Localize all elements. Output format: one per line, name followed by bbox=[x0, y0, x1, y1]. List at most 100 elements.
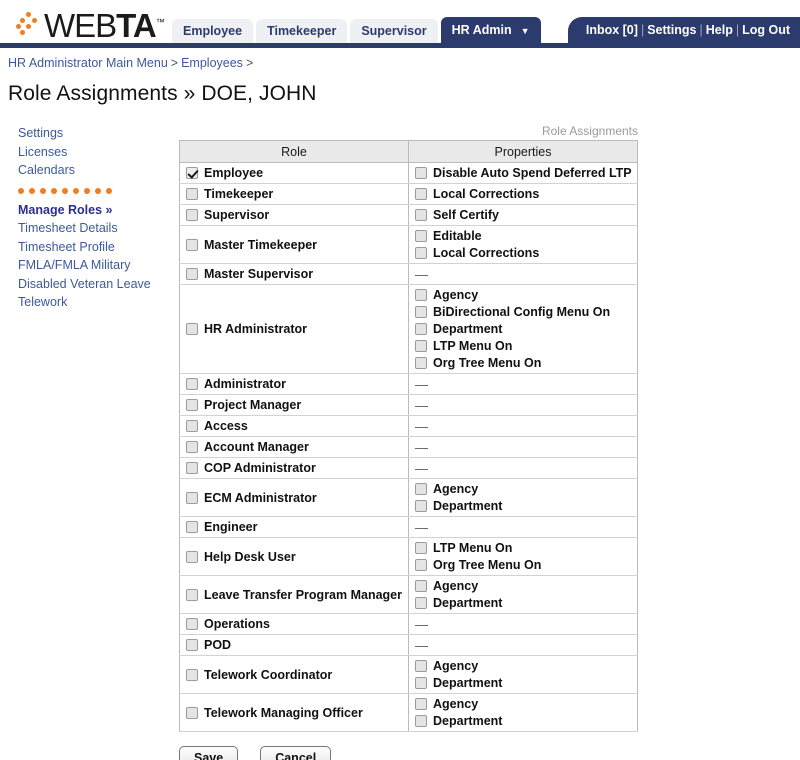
breadcrumb-item-employees[interactable]: Employees bbox=[181, 56, 243, 70]
role-checkbox-row: Project Manager bbox=[186, 397, 404, 413]
property-checkbox-row: Editable bbox=[415, 228, 633, 244]
role-checkbox[interactable] bbox=[186, 618, 198, 630]
settings-link[interactable]: Settings bbox=[647, 23, 696, 37]
property-label: Disable Auto Spend Deferred LTP bbox=[433, 166, 632, 180]
properties-cell: — bbox=[408, 415, 638, 437]
tab-employee[interactable]: Employee bbox=[172, 19, 254, 43]
properties-cell: Agency Department bbox=[408, 693, 638, 732]
role-cell: Administrator bbox=[179, 373, 409, 395]
tab-hr-admin[interactable]: HR Admin ▼ bbox=[440, 17, 541, 43]
sidebar-item-fmla[interactable]: FMLA/FMLA Military bbox=[18, 256, 168, 275]
chevron-down-icon[interactable]: ▼ bbox=[521, 24, 530, 38]
properties-cell: LTP Menu On Org Tree Menu On bbox=[408, 537, 638, 576]
sidebar-item-telework[interactable]: Telework bbox=[18, 293, 168, 312]
property-checkbox[interactable] bbox=[415, 715, 427, 727]
role-cell: Master Timekeeper bbox=[179, 225, 409, 264]
property-checkbox[interactable] bbox=[415, 698, 427, 710]
role-checkbox[interactable] bbox=[186, 491, 198, 504]
role-checkbox[interactable] bbox=[186, 668, 198, 681]
form-actions: Save Cancel bbox=[179, 732, 638, 760]
logout-link[interactable]: Log Out bbox=[742, 23, 790, 37]
role-checkbox-row: Telework Managing Officer bbox=[186, 705, 404, 721]
help-link[interactable]: Help bbox=[706, 23, 733, 37]
utility-separator: | bbox=[735, 23, 740, 37]
role-checkbox[interactable] bbox=[186, 706, 198, 719]
property-checkbox[interactable] bbox=[415, 483, 427, 495]
role-label: Help Desk User bbox=[204, 549, 296, 564]
table-row: Help Desk User LTP Menu On Org Tree Menu O… bbox=[179, 537, 638, 576]
property-checkbox[interactable] bbox=[415, 306, 427, 318]
sidebar-item-manage-roles[interactable]: Manage Roles » bbox=[18, 201, 168, 220]
tab-supervisor[interactable]: Supervisor bbox=[350, 19, 438, 43]
property-checkbox[interactable] bbox=[415, 559, 427, 571]
sidebar-item-licenses[interactable]: Licenses bbox=[18, 143, 168, 162]
property-label: Agency bbox=[433, 482, 479, 496]
role-assignments-table: Role Properties Employee Disable Auto Spe… bbox=[179, 140, 638, 732]
property-checkbox[interactable] bbox=[415, 542, 427, 554]
role-checkbox[interactable] bbox=[186, 188, 198, 200]
utility-separator: | bbox=[699, 23, 703, 37]
sidebar-item-disabled-veteran-leave[interactable]: Disabled Veteran Leave bbox=[18, 275, 168, 294]
property-checkbox[interactable] bbox=[415, 209, 427, 221]
role-checkbox-row: Master Supervisor bbox=[186, 266, 404, 282]
inbox-link[interactable]: Inbox [0] bbox=[586, 23, 638, 37]
role-checkbox[interactable] bbox=[186, 268, 198, 280]
property-checkbox[interactable] bbox=[415, 247, 427, 259]
property-checkbox[interactable] bbox=[415, 357, 427, 369]
table-row: Employee Disable Auto Spend Deferred LTP bbox=[179, 162, 638, 184]
role-label: COP Administrator bbox=[204, 461, 316, 475]
role-checkbox[interactable] bbox=[186, 462, 198, 474]
property-checkbox[interactable] bbox=[415, 340, 427, 352]
page-title: Role Assignments » DOE, JOHN bbox=[8, 82, 317, 105]
role-checkbox[interactable] bbox=[186, 420, 198, 432]
sidebar-item-settings[interactable]: Settings bbox=[18, 124, 168, 143]
role-checkbox-row: Master Timekeeper bbox=[186, 237, 404, 253]
role-checkbox[interactable] bbox=[186, 209, 198, 221]
role-checkbox[interactable] bbox=[186, 167, 198, 179]
table-caption: Role Assignments bbox=[541, 124, 638, 138]
property-checkbox-row: Agency bbox=[415, 696, 633, 712]
table-row: Engineer — bbox=[179, 516, 638, 538]
role-checkbox-row: Timekeeper bbox=[186, 186, 404, 202]
role-label: HR Administrator bbox=[204, 322, 308, 336]
properties-cell: — bbox=[408, 373, 638, 395]
role-checkbox[interactable] bbox=[186, 550, 198, 563]
role-checkbox[interactable] bbox=[186, 238, 198, 251]
breadcrumb-item-main-menu[interactable]: HR Administrator Main Menu bbox=[8, 56, 168, 70]
role-checkbox[interactable] bbox=[186, 521, 198, 533]
property-checkbox[interactable] bbox=[415, 660, 427, 672]
role-checkbox[interactable] bbox=[186, 399, 198, 411]
no-properties-dash: — bbox=[415, 637, 428, 653]
role-checkbox-row: Leave Transfer Program Manager bbox=[186, 587, 404, 603]
property-checkbox[interactable] bbox=[415, 167, 427, 179]
role-checkbox[interactable] bbox=[186, 323, 198, 335]
property-checkbox-row: Department bbox=[415, 321, 633, 337]
role-label: Master Timekeeper bbox=[204, 237, 318, 252]
property-checkbox[interactable] bbox=[415, 230, 427, 242]
role-checkbox[interactable] bbox=[186, 639, 198, 651]
property-checkbox[interactable] bbox=[415, 677, 427, 689]
property-checkbox[interactable] bbox=[415, 188, 427, 200]
role-checkbox[interactable] bbox=[186, 441, 198, 453]
tab-timekeeper[interactable]: Timekeeper bbox=[256, 19, 348, 43]
role-checkbox-row: HR Administrator bbox=[186, 321, 404, 337]
property-label: Department bbox=[433, 499, 503, 513]
role-checkbox[interactable] bbox=[186, 588, 198, 601]
role-checkbox[interactable] bbox=[186, 378, 198, 390]
cancel-button[interactable]: Cancel bbox=[260, 746, 332, 760]
logo-trademark: ™ bbox=[155, 17, 165, 27]
sidebar-item-timesheet-profile[interactable]: Timesheet Profile bbox=[18, 238, 168, 257]
property-checkbox[interactable] bbox=[415, 323, 427, 335]
property-checkbox[interactable] bbox=[415, 597, 427, 609]
property-checkbox[interactable] bbox=[415, 580, 427, 592]
properties-cell: Editable Local Corrections bbox=[408, 225, 638, 264]
save-button[interactable]: Save bbox=[179, 746, 239, 760]
property-checkbox-row: LTP Menu On bbox=[415, 540, 633, 556]
table-row: Leave Transfer Program Manager Agency Depa… bbox=[179, 575, 638, 614]
sidebar-item-calendars[interactable]: Calendars bbox=[18, 161, 168, 180]
property-checkbox[interactable] bbox=[415, 289, 427, 301]
table-row: POD — bbox=[179, 634, 638, 656]
property-checkbox-row: Local Corrections bbox=[415, 186, 633, 202]
sidebar-item-timesheet-details[interactable]: Timesheet Details bbox=[18, 219, 168, 238]
property-checkbox[interactable] bbox=[415, 500, 427, 512]
